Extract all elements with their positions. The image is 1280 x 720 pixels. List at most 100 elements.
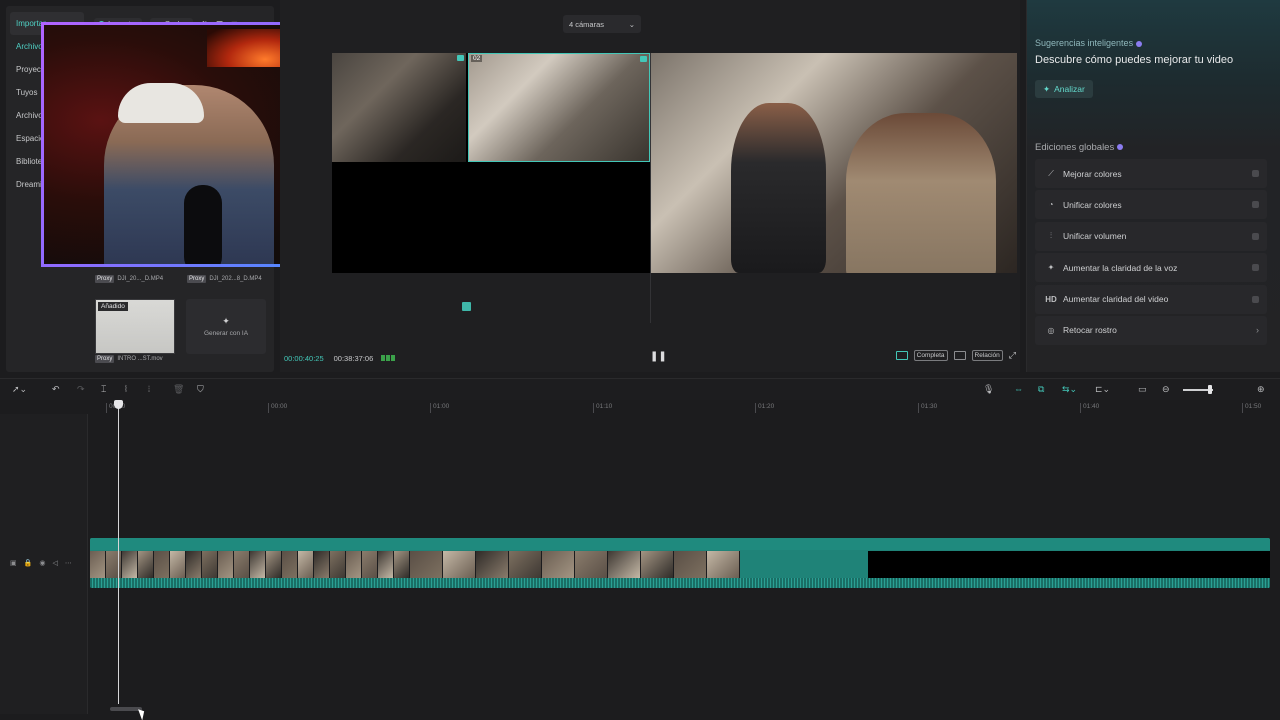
main-preview-video[interactable] [651,53,1017,273]
main-track-magnet-icon[interactable]: ⇔ [1014,384,1023,394]
current-timecode: 00:00:40:25 [284,353,324,363]
streamer-cap [118,83,204,123]
microphone-icon[interactable]: 🎙 [983,384,994,395]
shield-icon[interactable]: ⛉ [197,384,204,395]
filmstrip-frame [362,551,378,578]
delete-icon[interactable]: 🗑 [173,384,184,395]
link-clips-icon[interactable]: ⧉ [1038,384,1044,395]
filmstrip-frame [410,551,443,578]
filmstrip-frame [575,551,608,578]
filmstrip-frame [394,551,410,578]
pause-button[interactable]: ❚❚ [650,351,667,362]
global-edits-list: ⟋ Mejorar colores ◔ Unificar colores ⫶ U… [1035,159,1267,347]
multicam-marker-icon [462,302,471,311]
preview-axis-icon[interactable]: ⊏⌄ [1095,384,1110,395]
split-left-icon[interactable]: ⦚ [125,384,127,395]
clip-header [90,538,1270,550]
media-thumbnail-intro[interactable]: Añadido [95,299,175,354]
split-right-icon[interactable]: ⦙ [148,384,150,395]
total-timecode: 00:38:37:06 [333,353,374,363]
quality-button[interactable]: Completa [913,350,948,361]
generate-ai-label: Generar con IA [203,330,249,337]
media-item-label: Proxy INTRO ...ST.mov [95,355,163,363]
captions-icon[interactable]: ▭ [1138,384,1147,395]
camera-angle-2[interactable]: 02 [468,53,650,162]
microphone [184,185,222,264]
camera-count-select[interactable]: 4 cámaras ⌄ [563,15,641,33]
media-item-label: Proxy DJI_20..._D.MP4 [95,275,164,283]
audio-meter-icon [381,355,396,361]
edit-toggle[interactable] [1252,201,1259,209]
edit-toggle[interactable] [1252,264,1259,272]
edit-unify-volume[interactable]: ⫶ Unificar volumen [1035,221,1267,251]
analyze-button[interactable]: ✦ Analizar [1035,80,1093,98]
edit-voice-clarity[interactable]: ✦ Aumentar la claridad de la voz [1035,253,1267,283]
filmstrip-frame [330,551,346,578]
filmstrip-frame [138,551,154,578]
edit-toggle[interactable] [1252,232,1259,240]
filmstrip-frame [170,551,186,578]
track-controls: ▣ 🔒 ◉ ◁ ⋯ [10,559,72,567]
more-icon[interactable]: ⋯ [65,559,72,567]
generate-ai-tile[interactable]: ✦ Generar con IA [186,299,266,354]
edit-retouch-face[interactable]: ◎ Retocar rostro › [1035,315,1267,345]
ruler-tick: 01:20 [755,403,774,413]
track-cover-icon[interactable]: ▣ [10,559,17,567]
snapshot-icon[interactable] [953,351,966,360]
camera-count-value: 4 cámaras [569,19,605,29]
speaker-icon[interactable]: ◁ [52,559,57,567]
camera-icon [457,55,464,61]
edit-toggle[interactable] [1252,170,1259,177]
ratio-button[interactable]: Relación [971,350,1003,361]
camera-angle-1[interactable] [332,53,466,162]
filmstrip-frame [122,551,138,578]
hd-icon: HD [1045,294,1057,304]
proxy-tag: Proxy [187,275,207,283]
edit-video-clarity[interactable]: HD Aumentar claridad del video [1035,284,1267,314]
ruler-tick: 01:10 [593,403,612,413]
clip-audio-waveform [90,578,1270,588]
ruler-tick: 01:30 [918,403,937,413]
filmstrip-frame [314,551,330,578]
eye-icon[interactable]: ◉ [39,559,45,567]
video-editor-window: Importar Archivo Proyectos Tuyos Archivo… [0,0,1280,720]
select-tool-icon[interactable]: ➚⌄ [12,384,27,395]
person-right [846,113,996,273]
snap-icon[interactable]: ⇆⌄ [1062,384,1077,395]
proxy-tag: Proxy [95,275,115,283]
edit-enhance-colors[interactable]: ⟋ Mejorar colores [1035,159,1267,188]
video-clip[interactable] [90,538,1270,588]
undo-icon[interactable]: ↶ [52,384,60,395]
playhead-handle[interactable] [114,400,123,409]
ruler-tick: 01:40 [1080,403,1099,413]
redo-icon[interactable]: ↷ [77,384,85,395]
edit-toggle[interactable] [1252,295,1259,303]
preview-right-tools: Completa Relación ⤢ [895,350,1016,361]
camera-angle-3[interactable] [332,163,466,273]
lock-icon[interactable]: 🔒 [24,559,33,567]
filmstrip-frame [250,551,266,578]
ai-badge-icon [1136,40,1143,47]
multicam-view-icon[interactable] [895,351,908,360]
fullscreen-icon[interactable]: ⤢ [1009,350,1016,361]
added-badge: Añadido [98,302,128,311]
playhead[interactable] [118,402,119,704]
filmstrip-frame [476,551,509,578]
zoom-in-icon[interactable]: ⊕ [1257,384,1265,395]
face-retouch-icon: ◎ [1047,325,1055,335]
split-icon[interactable]: ⌶ [101,384,106,395]
filmstrip-frame [90,551,106,578]
smart-suggestions-title: Descubre cómo puedes mejorar tu video [1035,54,1234,66]
filmstrip-frame [674,551,707,578]
edit-unify-colors[interactable]: ◔ Unificar colores [1035,190,1267,220]
sliders-icon: ⫶ [1050,231,1052,241]
filmstrip-frame [266,551,282,578]
sparkle-icon: ✦ [222,316,230,326]
filmstrip-frame [106,551,122,578]
zoom-out-icon[interactable]: ⊖ [1162,384,1170,395]
camera-angle-4[interactable] [468,163,650,273]
chevron-right-icon: › [1256,325,1259,336]
multicam-grid: 02 [332,53,650,273]
zoom-slider-handle[interactable] [1208,385,1212,394]
filmstrip-frame [707,551,740,578]
